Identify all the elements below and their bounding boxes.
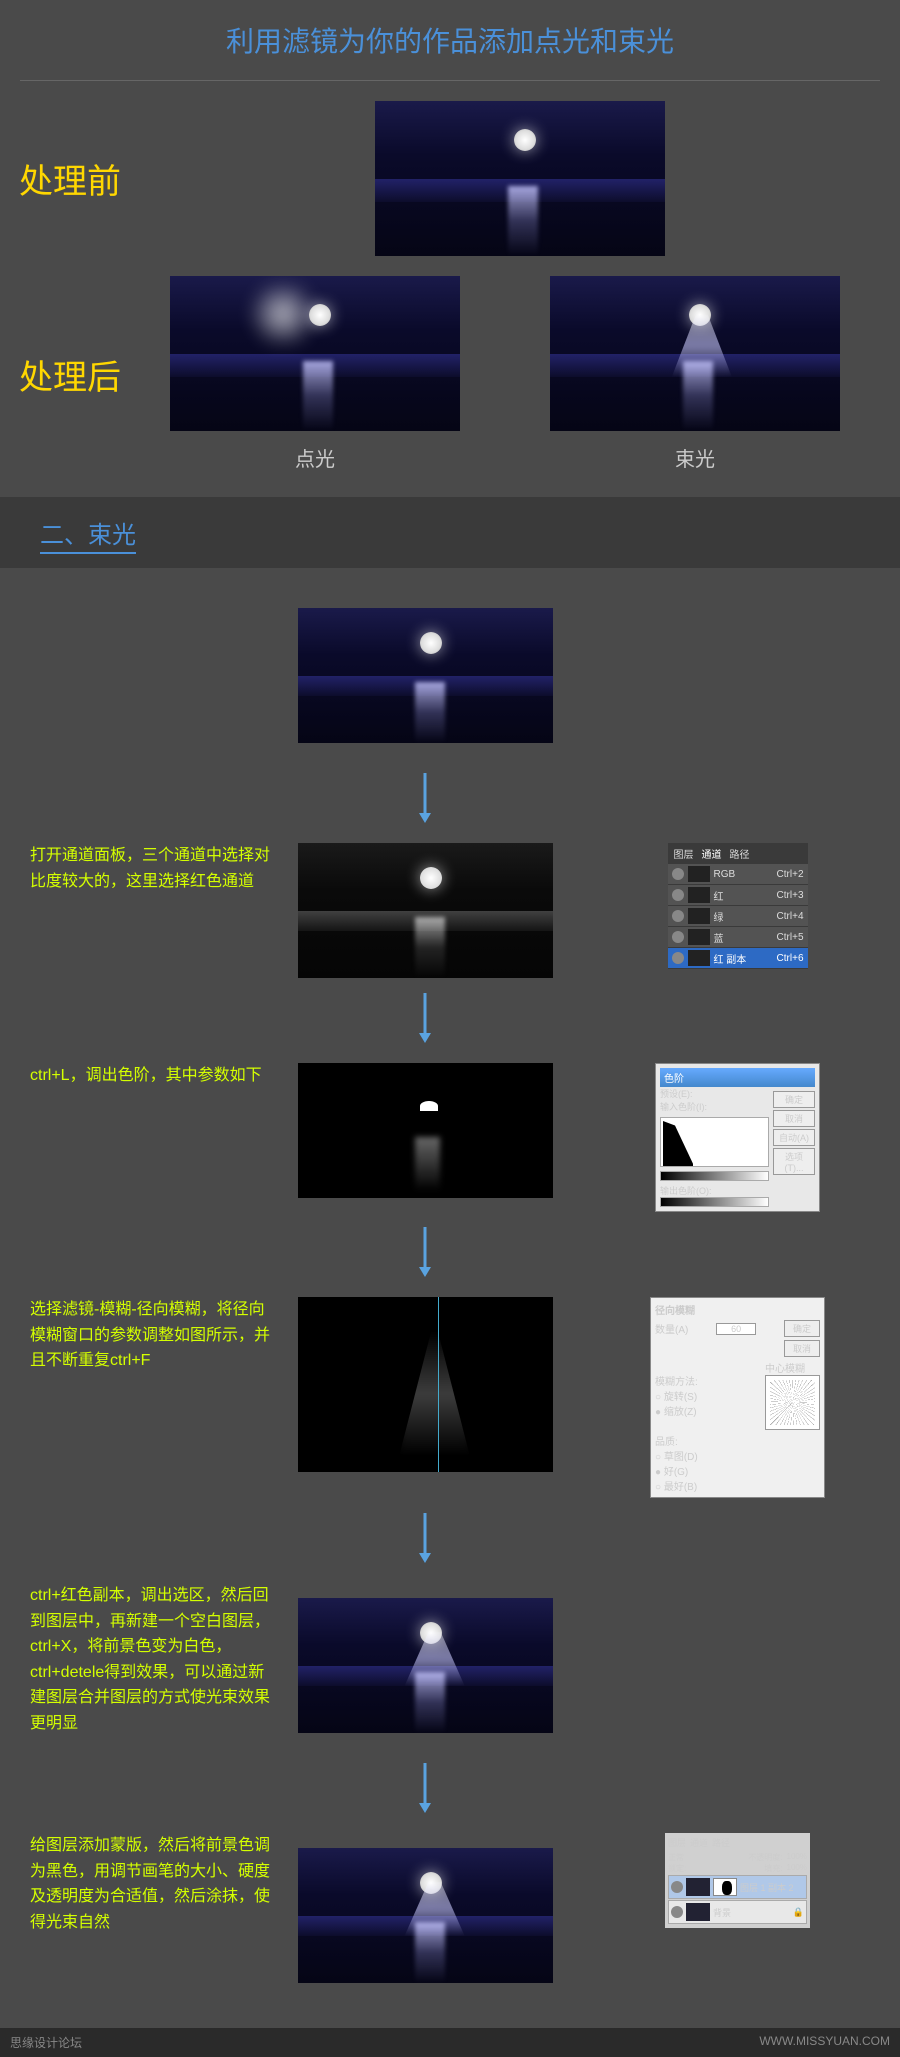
after-label: 处理后 (0, 350, 140, 399)
step2-image (298, 1063, 553, 1198)
tutorial-page: 利用滤镜为你的作品添加点光和束光 处理前 处理后 点光 (0, 0, 900, 2057)
step1-image (298, 843, 553, 978)
step5-text: 给图层添加蒙版，然后将前景色调为黑色，用调节画笔的大小、硬度及透明度为合适值，然… (0, 1833, 295, 1935)
divider (20, 80, 880, 81)
step0-image (298, 608, 553, 743)
step5-image (298, 1848, 553, 1983)
before-image (375, 101, 665, 256)
step-1: 打开通道面板，三个通道中选择对比度较大的，这里选择红色通道 图层 通道 路径 R… (0, 843, 900, 978)
levels-panel: 色阶 预设(E): 输入色阶(I): 输出色阶(O): 确定 取消 自动(A) (655, 1063, 820, 1212)
after-row: 处理后 点光 束光 (0, 276, 900, 472)
step1-text: 打开通道面板，三个通道中选择对比度较大的，这里选择红色通道 (0, 843, 295, 894)
section-header: 二、束光 (0, 497, 900, 568)
step2-text: ctrl+L，调出色阶，其中参数如下 (0, 1063, 295, 1089)
footer: 思缘设计论坛 WWW.MISSYUAN.COM (0, 2028, 900, 2057)
arrow (295, 773, 555, 828)
after-beam-image (550, 276, 840, 431)
point-light-caption: 点光 (295, 443, 335, 472)
step-2: ctrl+L，调出色阶，其中参数如下 色阶 预设(E): 输入色阶(I): 输出… (0, 1063, 900, 1212)
before-row: 处理前 (0, 101, 900, 256)
footer-right: WWW.MISSYUAN.COM (759, 2034, 890, 2051)
step-original (0, 593, 900, 758)
step-4: ctrl+红色副本，调出选区，然后回到图层中，再新建一个空白图层，ctrl+X，… (0, 1583, 900, 1748)
arrow (295, 1763, 555, 1818)
after-point-image (170, 276, 460, 431)
step4-image (298, 1598, 553, 1733)
before-label: 处理前 (0, 154, 140, 203)
channels-panel: 图层 通道 路径 RGBCtrl+2 红Ctrl+3 绿Ctrl+4 蓝Ctrl… (668, 843, 808, 969)
layers-panel: 图层 通道 路径 正常 不透明度: 100% 锁定: 填充: 100% (665, 1833, 810, 1928)
step-3: 选择滤镜-模糊-径向模糊，将径向模糊窗口的参数调整如图所示，并且不断重复ctrl… (0, 1297, 900, 1498)
step-5: 给图层添加蒙版，然后将前景色调为黑色，用调节画笔的大小、硬度及透明度为合适值，然… (0, 1833, 900, 1998)
radial-blur-panel: 径向模糊 数量(A) 60 确定 取消 模糊方法: ○ 旋转(S) ● 缩放(Z… (650, 1297, 825, 1498)
page-title: 利用滤镜为你的作品添加点光和束光 (0, 0, 900, 80)
step4-text: ctrl+红色副本，调出选区，然后回到图层中，再新建一个空白图层，ctrl+X，… (0, 1583, 295, 1737)
footer-left: 思缘设计论坛 (10, 2034, 82, 2051)
section-title: 二、束光 (40, 522, 136, 554)
step3-image (298, 1297, 553, 1472)
arrow (295, 993, 555, 1048)
step3-text: 选择滤镜-模糊-径向模糊，将径向模糊窗口的参数调整如图所示，并且不断重复ctrl… (0, 1297, 295, 1374)
beam-light-caption: 束光 (675, 443, 715, 472)
arrow (295, 1227, 555, 1282)
arrow (295, 1513, 555, 1568)
